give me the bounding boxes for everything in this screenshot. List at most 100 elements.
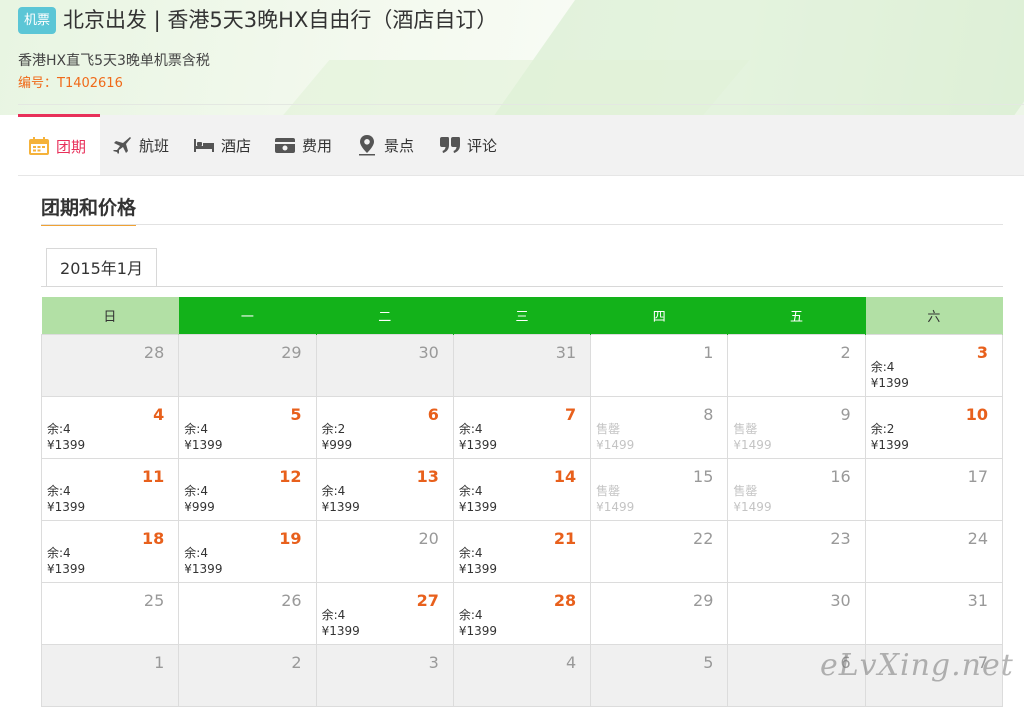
day-number: 23 xyxy=(830,529,851,548)
day-number: 20 xyxy=(418,529,439,548)
day-availability: 余:4 ¥1399 xyxy=(47,545,85,577)
day-price: ¥1499 xyxy=(596,438,635,452)
tab-hotels[interactable]: 酒店 xyxy=(193,115,251,175)
day-price: ¥1399 xyxy=(870,376,909,390)
day-availability: 售罄 ¥1499 xyxy=(596,421,634,453)
day-availability: 余:4 ¥1399 xyxy=(184,545,222,577)
day-number: 7 xyxy=(564,405,577,424)
calendar-day-cell: 28 xyxy=(40,334,180,397)
calendar-day-cell[interactable]: 10 余:2 ¥1399 xyxy=(864,396,1004,459)
tab-attractions[interactable]: 景点 xyxy=(356,115,414,175)
tab-schedule[interactable]: 团期 xyxy=(18,114,100,175)
calendar-day-cell: 5 xyxy=(590,644,729,707)
product-code-label: 编号： xyxy=(18,76,58,91)
calendar-day-cell: 3 xyxy=(315,644,454,707)
calendar-day-cell[interactable]: 21 余:4 ¥1399 xyxy=(452,520,592,583)
month-tab[interactable]: 2015年1月 xyxy=(46,248,157,287)
day-price: ¥1499 xyxy=(733,500,772,514)
sold-out-label: 售罄 xyxy=(733,484,758,498)
calendar-day-cell[interactable]: 3 余:4 ¥1399 xyxy=(864,334,1004,397)
day-availability: 余:4 ¥1399 xyxy=(47,421,85,453)
day-availability: 余:4 ¥1399 xyxy=(459,545,497,577)
calendar-day-cell[interactable]: 4 余:4 ¥1399 xyxy=(40,396,180,459)
location-pin-icon xyxy=(356,134,378,156)
seats-remaining: 余:4 xyxy=(321,608,346,622)
calendar-day-cell: 26 xyxy=(178,582,317,645)
day-number: 29 xyxy=(281,343,302,362)
calendar-day-cell[interactable]: 6 余:2 ¥999 xyxy=(315,396,454,459)
calendar-day-cell[interactable]: 5 余:4 ¥1399 xyxy=(178,396,317,459)
seats-remaining: 余:4 xyxy=(321,484,346,498)
day-availability: 余:2 ¥1399 xyxy=(871,421,909,453)
day-number: 5 xyxy=(290,405,302,424)
seats-remaining: 余:4 xyxy=(184,422,208,436)
weekday-header: 四 xyxy=(590,297,729,335)
day-price: ¥1399 xyxy=(47,500,86,514)
day-number: 4 xyxy=(153,405,165,424)
day-number: 29 xyxy=(693,591,714,610)
day-availability: 售罄 ¥1499 xyxy=(733,421,771,453)
day-price: ¥999 xyxy=(184,500,215,514)
weekday-header: 六 xyxy=(865,297,1004,335)
day-availability: 余:4 ¥1399 xyxy=(322,607,360,639)
calendar-day-cell[interactable]: 11 余:4 ¥1399 xyxy=(40,458,180,521)
calendar-day-cell: 1 xyxy=(40,644,180,707)
day-number: 19 xyxy=(279,529,302,548)
header-divider xyxy=(18,104,1024,105)
day-number: 6 xyxy=(427,405,439,424)
day-price: ¥1399 xyxy=(321,500,360,514)
tab-flights[interactable]: 航班 xyxy=(111,115,169,175)
detail-tab-bar: 团期 航班 酒店 费用 景点 评论 xyxy=(18,114,1024,176)
calendar-day-cell: 29 xyxy=(590,582,729,645)
product-code: 编号：T1402616 xyxy=(18,72,123,91)
day-price: ¥1399 xyxy=(184,562,223,576)
calendar-day-cell: 9 售罄 ¥1499 xyxy=(727,396,866,459)
calendar-day-cell: 8 售罄 ¥1499 xyxy=(590,396,729,459)
calendar-day-cell[interactable]: 12 余:4 ¥999 xyxy=(178,458,317,521)
seats-remaining: 余:4 xyxy=(47,546,71,560)
day-availability: 余:4 ¥1399 xyxy=(322,483,360,515)
day-number: 15 xyxy=(693,467,714,486)
seats-remaining: 余:4 xyxy=(47,422,71,436)
day-number: 14 xyxy=(553,467,577,486)
calendar-icon xyxy=(28,135,50,157)
day-number: 2 xyxy=(840,343,851,362)
weekday-header: 日 xyxy=(41,297,180,335)
calendar-day-cell[interactable]: 14 余:4 ¥1399 xyxy=(452,458,592,521)
seats-remaining: 余:4 xyxy=(458,484,483,498)
day-availability: 余:4 ¥1399 xyxy=(459,483,497,515)
day-price: ¥1399 xyxy=(458,500,498,514)
section-title: 团期和价格 xyxy=(41,193,137,226)
day-number: 31 xyxy=(967,591,988,610)
calendar-day-cell[interactable]: 19 余:4 ¥1399 xyxy=(178,520,317,583)
calendar-day-cell[interactable]: 13 余:4 ¥1399 xyxy=(315,458,454,521)
day-number: 25 xyxy=(143,591,165,610)
day-number: 12 xyxy=(279,467,302,486)
tab-reviews[interactable]: 评论 xyxy=(439,115,497,175)
calendar-day-cell[interactable]: 7 余:4 ¥1399 xyxy=(452,396,592,459)
day-price: ¥1399 xyxy=(458,562,498,576)
day-number: 28 xyxy=(553,591,577,610)
tab-label: 团期 xyxy=(56,137,87,156)
tab-label: 景点 xyxy=(384,136,415,155)
day-availability: 余:4 ¥999 xyxy=(184,483,215,515)
calendar-day-cell: 25 xyxy=(40,582,180,645)
calendar-day-cell[interactable]: 18 余:4 ¥1399 xyxy=(40,520,180,583)
seats-remaining: 余:4 xyxy=(870,360,895,374)
calendar-day-cell[interactable]: 28 余:4 ¥1399 xyxy=(452,582,592,645)
calendar-day-cell: 16 售罄 ¥1499 xyxy=(727,458,866,521)
tab-fees[interactable]: 费用 xyxy=(274,115,332,175)
calendar-day-cell: 31 xyxy=(864,582,1004,645)
calendar-day-cell: 20 xyxy=(315,520,454,583)
seats-remaining: 余:2 xyxy=(321,422,346,436)
calendar-week-row: 28 29 30 31 1 2 3 余:4 ¥1399 xyxy=(40,334,1004,397)
section-divider xyxy=(41,224,1003,225)
calendar-day-cell: 17 xyxy=(864,458,1004,521)
calendar-day-cell[interactable]: 27 余:4 ¥1399 xyxy=(315,582,454,645)
day-availability: 售罄 ¥1499 xyxy=(596,483,634,515)
wallet-icon xyxy=(274,134,296,156)
day-number: 26 xyxy=(281,591,302,610)
day-number: 24 xyxy=(967,529,988,548)
day-number: 30 xyxy=(418,343,439,362)
sold-out-label: 售罄 xyxy=(596,484,621,498)
